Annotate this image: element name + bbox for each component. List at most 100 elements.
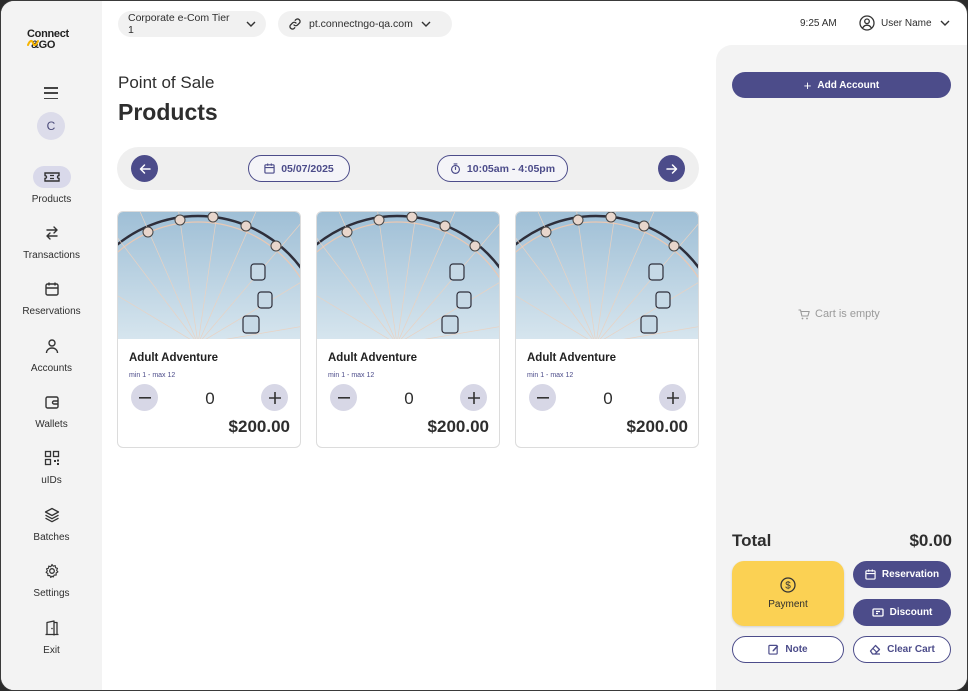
chevron-down-icon — [940, 20, 950, 26]
user-name: User Name — [881, 17, 932, 29]
date-label: 05/07/2025 — [281, 162, 334, 175]
increment-button[interactable] — [261, 384, 288, 411]
product-card[interactable]: Adult Adventure min 1 - max 12 0 $200.00 — [316, 211, 500, 448]
page-title: Products — [118, 99, 218, 125]
arrow-left-icon — [139, 163, 151, 174]
previous-day-button[interactable] — [131, 155, 158, 182]
payment-button[interactable]: $ Payment — [732, 561, 844, 626]
sidebar-item-label: Batches — [33, 532, 70, 543]
stopwatch-icon — [450, 163, 460, 174]
chevron-down-icon — [421, 21, 431, 27]
product-card[interactable]: Adult Adventure min 1 - max 12 0 $200.00 — [515, 211, 699, 448]
chevron-down-icon — [246, 21, 256, 27]
sidebar-item-uids[interactable]: uIDs — [1, 447, 102, 497]
door-exit-icon — [33, 617, 71, 639]
sidebar-item-exit[interactable]: Exit — [1, 617, 102, 667]
tier-label: Corporate e-Com Tier 1 — [128, 12, 230, 36]
product-name: Adult Adventure — [129, 352, 219, 364]
plus-icon — [268, 391, 281, 404]
product-price: $200.00 — [228, 417, 290, 436]
avatar[interactable]: C — [37, 112, 65, 140]
add-account-label: Add Account — [817, 79, 880, 91]
discount-label: Discount — [889, 607, 933, 618]
eraser-icon — [869, 644, 881, 655]
quantity-value: 0 — [404, 389, 414, 408]
product-range: min 1 - max 12 — [328, 372, 375, 379]
reservation-button[interactable]: Reservation — [853, 561, 951, 588]
ticket-icon — [32, 166, 71, 188]
sidebar-item-label: Wallets — [35, 419, 68, 430]
sidebar-item-reservations[interactable]: Reservations — [1, 278, 102, 328]
next-day-button[interactable] — [658, 155, 685, 182]
sidebar-item-batches[interactable]: Batches — [1, 504, 102, 554]
plus-icon — [467, 391, 480, 404]
sidebar-item-label: Settings — [33, 588, 70, 599]
sidebar-item-transactions[interactable]: Transactions — [1, 222, 102, 272]
sidebar-item-label: Reservations — [22, 306, 81, 317]
page-subtitle: Point of Sale — [118, 73, 215, 92]
calendar-icon — [865, 569, 876, 580]
date-picker-button[interactable]: 05/07/2025 — [248, 155, 350, 182]
sidebar-item-settings[interactable]: Settings — [1, 560, 102, 610]
logo-wave-icon — [27, 39, 39, 47]
qr-code-icon — [33, 447, 71, 469]
calendar-icon — [264, 163, 275, 174]
svg-text:$: $ — [785, 581, 791, 592]
gear-icon — [33, 560, 71, 582]
total-value: $0.00 — [909, 531, 952, 550]
note-edit-icon — [768, 644, 779, 655]
cart-icon — [798, 308, 810, 319]
plus-icon — [666, 391, 679, 404]
sidebar-item-label: uIDs — [41, 475, 62, 486]
domain-selector[interactable]: pt.connectngo-qa.com — [278, 11, 452, 37]
sidebar-item-wallets[interactable]: Wallets — [1, 391, 102, 441]
calendar-icon — [33, 278, 71, 300]
note-label: Note — [785, 644, 808, 655]
time-range-button[interactable]: 10:05am - 4:05pm — [437, 155, 568, 182]
total-label: Total — [732, 531, 772, 550]
note-button[interactable]: Note — [732, 636, 844, 663]
person-icon — [33, 335, 71, 357]
product-name: Adult Adventure — [527, 352, 617, 364]
decrement-button[interactable] — [131, 384, 158, 411]
product-price: $200.00 — [427, 417, 489, 436]
user-circle-icon — [859, 15, 875, 31]
discount-button[interactable]: Discount — [853, 599, 951, 626]
plus-icon: + — [803, 77, 812, 93]
clock-time: 9:25 AM — [800, 18, 837, 29]
product-name: Adult Adventure — [328, 352, 418, 364]
increment-button[interactable] — [460, 384, 487, 411]
product-card[interactable]: Adult Adventure min 1 - max 12 0 $200.00 — [117, 211, 301, 448]
increment-button[interactable] — [659, 384, 686, 411]
sidebar-item-accounts[interactable]: Accounts — [1, 335, 102, 385]
date-navigation-bar: 05/07/2025 10:05am - 4:05pm — [117, 147, 699, 190]
brand-logo: Connect &GO — [27, 29, 77, 55]
app-window: Connect &GO C Products Transactions Rese… — [0, 0, 968, 691]
sidebar-item-label: Exit — [43, 645, 60, 656]
domain-label: pt.connectngo-qa.com — [309, 18, 413, 30]
cart-panel: + Add Account Cart is empty Total $0.00 … — [716, 45, 967, 690]
layers-icon — [33, 504, 71, 526]
ferris-wheel-image — [118, 212, 300, 339]
clear-cart-label: Clear Cart — [887, 644, 935, 655]
tier-selector[interactable]: Corporate e-Com Tier 1 — [118, 11, 266, 37]
decrement-button[interactable] — [529, 384, 556, 411]
sidebar-item-label: Transactions — [23, 250, 80, 261]
sidebar: Connect &GO C Products Transactions Rese… — [1, 1, 102, 690]
decrement-button[interactable] — [330, 384, 357, 411]
minus-icon — [536, 396, 549, 399]
sidebar-item-label: Accounts — [30, 363, 73, 374]
product-range: min 1 - max 12 — [129, 372, 176, 379]
hamburger-menu-icon[interactable] — [41, 85, 61, 101]
user-menu[interactable]: User Name — [859, 15, 950, 31]
quantity-value: 0 — [603, 389, 613, 408]
cart-empty-message: Cart is empty — [798, 308, 880, 320]
discount-tag-icon — [871, 608, 884, 617]
ferris-wheel-image — [317, 212, 499, 339]
quantity-value: 0 — [205, 389, 215, 408]
add-account-button[interactable]: + Add Account — [732, 72, 951, 98]
dollar-coin-icon: $ — [780, 577, 796, 593]
sidebar-item-products[interactable]: Products — [1, 166, 102, 216]
clear-cart-button[interactable]: Clear Cart — [853, 636, 951, 663]
product-range: min 1 - max 12 — [527, 372, 574, 379]
